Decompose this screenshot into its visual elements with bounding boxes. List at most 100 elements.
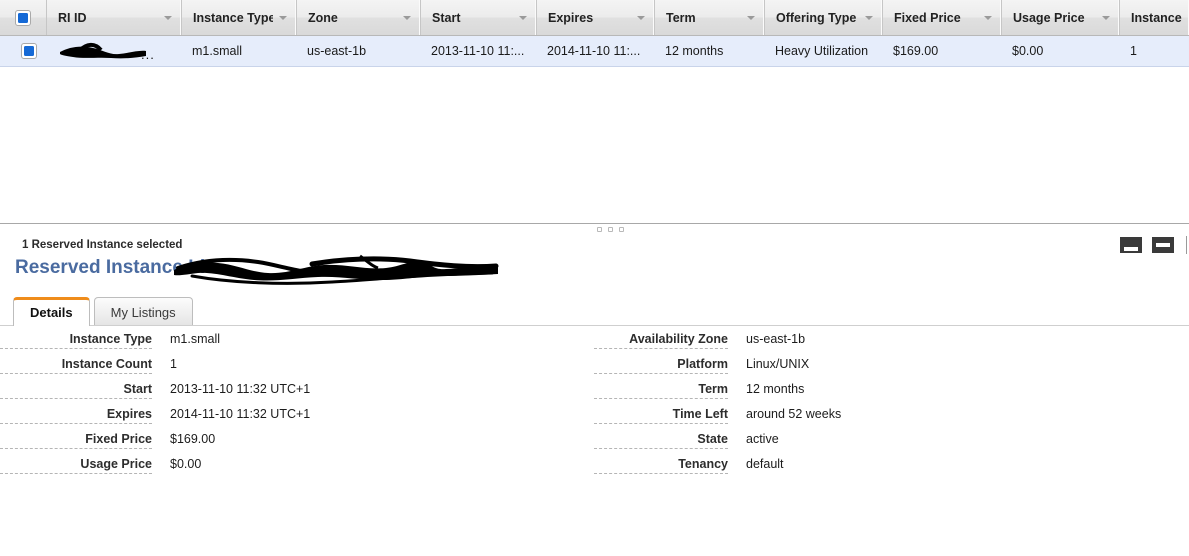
detail-field-label: Instance Count	[0, 357, 152, 374]
chevron-down-icon[interactable]	[745, 11, 758, 24]
tabs-underline	[0, 325, 1189, 326]
detail-field-value: 12 months	[746, 382, 805, 396]
column-header-label: Instance	[1131, 10, 1182, 25]
detail-field-value: around 52 weeks	[746, 407, 842, 421]
detail-field: Instance Type m1.small	[0, 332, 594, 357]
column-header-label: Term	[666, 10, 696, 25]
detail-field-value: us-east-1b	[746, 332, 806, 346]
detail-field-label: Fixed Price	[0, 432, 152, 449]
detail-field-label: State	[594, 432, 728, 449]
cell-offering_type: Heavy Utilization	[775, 44, 869, 58]
detail-field-label: Tenancy	[594, 457, 728, 474]
column-header-label: Start	[432, 10, 461, 25]
detail-field-value: 2014-11-10 11:32 UTC+1	[170, 407, 311, 421]
chevron-down-icon[interactable]	[982, 11, 995, 24]
panel-layout-tools	[1110, 236, 1189, 254]
redaction-scribble	[174, 254, 499, 285]
cell-fixed_price: $169.00	[893, 44, 939, 58]
splitter-grip-icon[interactable]	[597, 227, 624, 232]
detail-field: Time Left around 52 weeks	[594, 407, 1188, 432]
column-header-label: Expires	[548, 10, 594, 25]
column-header-label: Offering Type	[776, 10, 857, 25]
detail-field: Availability Zone us-east-1b	[594, 332, 1188, 357]
detail-field: Start 2013-11-10 11:32 UTC+1	[0, 382, 594, 407]
detail-field-value: Linux/UNIX	[746, 357, 810, 371]
tab-my-listings[interactable]: My Listings	[93, 297, 193, 326]
detail-field-label: Time Left	[594, 407, 728, 424]
detail-field: State active	[594, 432, 1188, 457]
column-header-label: Usage Price	[1013, 10, 1085, 25]
detail-field-label: Instance Type	[0, 332, 152, 349]
detail-field: Expires 2014-11-10 11:32 UTC+1	[0, 407, 594, 432]
column-header-ri_id[interactable]: RI ID	[46, 0, 181, 35]
detail-field-value: 1	[170, 357, 177, 371]
column-header-label: Zone	[308, 10, 338, 25]
column-header-term[interactable]: Term	[654, 0, 764, 35]
detail-field: Term 12 months	[594, 382, 1188, 407]
detail-fields-right-column: Availability Zone us-east-1b Platform Linux…	[594, 332, 1188, 482]
detail-field-label: Usage Price	[0, 457, 152, 474]
chevron-down-icon[interactable]	[162, 11, 175, 24]
row-select-checkbox-box[interactable]	[20, 43, 37, 59]
cell-instance_cnt: 1	[1130, 44, 1137, 58]
chevron-down-icon[interactable]	[863, 11, 876, 24]
table-body: ... m1.small us-east-1b 2013-11-10 11:... 20…	[0, 36, 1189, 67]
reserved-instances-page: RI ID Instance Type Zone Start Expires Term Of…	[0, 0, 1189, 556]
detail-field: Usage Price $0.00	[0, 457, 594, 482]
layout-split-middle-button[interactable]	[1152, 237, 1174, 253]
detail-field-value: m1.small	[170, 332, 221, 346]
detail-title: Reserved Instance Id:	[15, 257, 212, 278]
detail-field: Platform Linux/UNIX	[594, 357, 1188, 382]
detail-field-label: Term	[594, 382, 728, 399]
column-header-fixed_price[interactable]: Fixed Price	[882, 0, 1001, 35]
column-header-start[interactable]: Start	[420, 0, 536, 35]
column-header-zone[interactable]: Zone	[296, 0, 420, 35]
column-header-offering_type[interactable]: Offering Type	[764, 0, 882, 35]
chevron-down-icon[interactable]	[635, 11, 648, 24]
layout-split-bottom-button[interactable]	[1120, 237, 1142, 253]
select-all-checkbox[interactable]	[0, 0, 46, 35]
cell-ri-id: ...	[46, 36, 181, 66]
chevron-down-icon[interactable]	[401, 11, 414, 24]
detail-fields-left-column: Instance Type m1.small Instance Count 1 Star…	[0, 332, 594, 482]
cell-expires: 2014-11-10 11:...	[547, 44, 641, 58]
row-select-checkbox[interactable]	[0, 36, 46, 66]
detail-fields: Instance Type m1.small Instance Count 1 Star…	[0, 332, 1189, 482]
detail-field-label: Start	[0, 382, 152, 399]
cell-start: 2013-11-10 11:...	[431, 44, 525, 58]
panel-splitter[interactable]	[0, 223, 1189, 233]
detail-field-value: 2013-11-10 11:32 UTC+1	[170, 382, 311, 396]
column-header-expires[interactable]: Expires	[536, 0, 654, 35]
detail-field: Instance Count 1	[0, 357, 594, 382]
tools-divider	[1186, 236, 1187, 254]
cell-term: 12 months	[665, 44, 724, 58]
column-header-instance_type[interactable]: Instance Type	[181, 0, 296, 35]
table-header-row: RI ID Instance Type Zone Start Expires Term Of…	[0, 0, 1189, 36]
chevron-down-icon[interactable]	[1100, 11, 1113, 24]
column-header-label: Instance Type	[193, 10, 273, 25]
detail-field-label: Platform	[594, 357, 728, 374]
table-row[interactable]: ... m1.small us-east-1b 2013-11-10 11:... 20…	[0, 36, 1189, 67]
detail-field-value: $0.00	[170, 457, 202, 471]
reserved-instances-table: RI ID Instance Type Zone Start Expires Term Of…	[0, 0, 1189, 224]
detail-tabs: Details My Listings	[13, 297, 193, 326]
detail-field: Fixed Price $169.00	[0, 432, 594, 457]
tab-details[interactable]: Details	[13, 297, 90, 326]
chevron-down-icon[interactable]	[277, 11, 290, 24]
chevron-down-icon[interactable]	[517, 11, 530, 24]
detail-field-value: $169.00	[170, 432, 216, 446]
detail-field-label: Availability Zone	[594, 332, 728, 349]
detail-field-value: active	[746, 432, 779, 446]
cell-ri-id-ellipsis: ...	[141, 47, 155, 62]
column-header-usage_price[interactable]: Usage Price	[1001, 0, 1119, 35]
detail-field-label: Expires	[0, 407, 152, 424]
detail-field-value: default	[746, 457, 784, 471]
column-header-label: RI ID	[58, 10, 87, 25]
cell-usage_price: $0.00	[1012, 44, 1044, 58]
table-empty-area	[0, 67, 1189, 224]
select-all-checkbox-box[interactable]	[15, 9, 31, 26]
detail-field: Tenancy default	[594, 457, 1188, 482]
column-header-instance_cnt[interactable]: Instance	[1119, 0, 1189, 35]
cell-zone: us-east-1b	[307, 44, 367, 58]
selection-count-label: 1 Reserved Instance selected	[22, 239, 183, 251]
